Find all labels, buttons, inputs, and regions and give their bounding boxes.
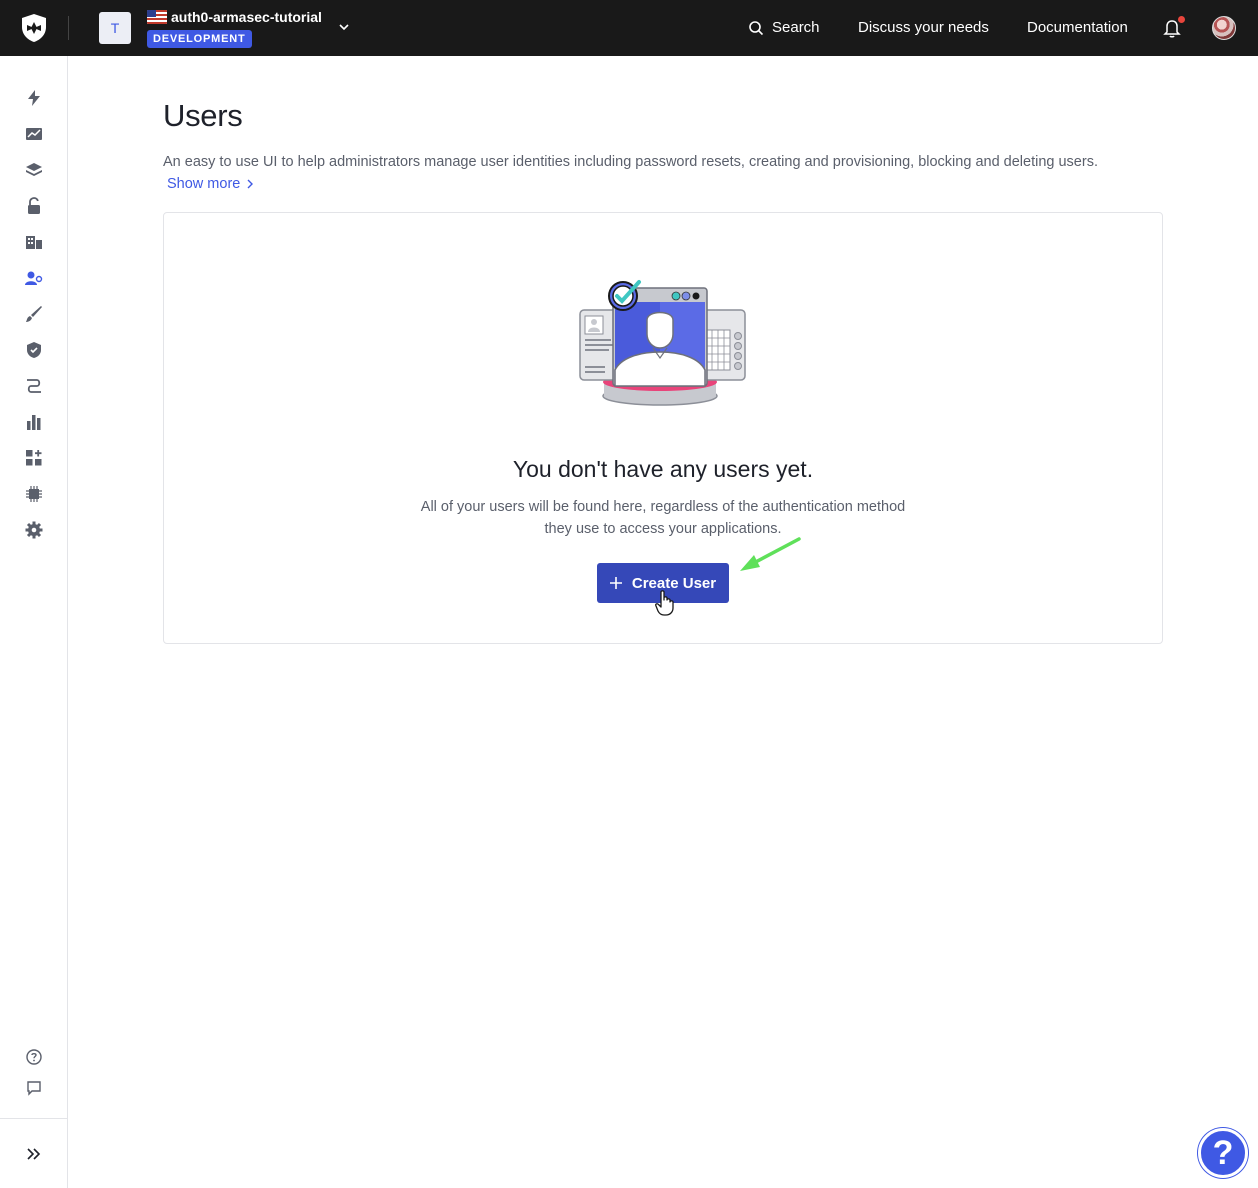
empty-state-description: All of your users will be found here, re… (420, 499, 906, 537)
bar-chart-icon[interactable] (24, 412, 44, 432)
page-description: An easy to use UI to help administrators… (163, 154, 1098, 170)
auth0-logo-icon[interactable] (20, 13, 48, 43)
sidebar-divider (0, 1118, 67, 1119)
chip-icon[interactable] (24, 484, 44, 504)
sidebar (0, 56, 68, 1188)
brush-icon[interactable] (24, 304, 44, 324)
annotation-arrow-icon (740, 537, 801, 571)
environment-badge: DEVELOPMENT (147, 30, 252, 48)
flows-icon[interactable] (24, 376, 44, 396)
gear-icon[interactable] (24, 520, 44, 540)
tenant-selector[interactable]: auth0-armasec-tutorial (147, 9, 322, 25)
show-more-link[interactable]: Show more (167, 176, 254, 192)
help-fab-button[interactable]: ? (1198, 1128, 1248, 1178)
plus-icon (609, 577, 622, 589)
page-title: Users (163, 98, 243, 133)
tenant-name: auth0-armasec-tutorial (171, 9, 322, 25)
empty-state-title: You don't have any users yet. (512, 456, 814, 482)
notification-dot (1178, 16, 1185, 23)
user-avatar[interactable] (1212, 16, 1236, 40)
tenant-avatar[interactable]: T (99, 12, 131, 44)
activity-chart-icon[interactable] (24, 124, 44, 144)
hand-cursor-icon (655, 590, 674, 616)
layers-icon[interactable] (24, 160, 44, 180)
search-label: Search (772, 19, 820, 36)
organizations-icon[interactable] (24, 232, 44, 252)
chevron-right-icon (247, 179, 254, 189)
help-circle-icon[interactable] (24, 1047, 44, 1067)
lightning-icon[interactable] (24, 88, 44, 108)
documentation-link[interactable]: Documentation (1027, 19, 1128, 36)
create-user-label: Create User (631, 574, 717, 592)
lock-icon[interactable] (24, 196, 44, 216)
chat-icon[interactable] (24, 1078, 44, 1098)
chevron-down-icon[interactable] (337, 20, 351, 34)
search-icon (749, 20, 764, 35)
top-navigation-bar: T auth0-armasec-tutorial DEVELOPMENT Sea… (0, 0, 1258, 56)
show-more-label: Show more (167, 176, 241, 192)
expand-icon[interactable] (24, 1144, 44, 1164)
search-button[interactable]: Search (748, 19, 820, 36)
extensions-icon[interactable] (24, 448, 44, 468)
users-icon[interactable] (24, 268, 44, 288)
users-empty-illustration (579, 280, 746, 406)
us-flag-icon (147, 10, 167, 24)
discuss-your-needs-link[interactable]: Discuss your needs (858, 19, 989, 36)
topbar-divider (68, 16, 69, 40)
shield-check-icon[interactable] (24, 340, 44, 360)
